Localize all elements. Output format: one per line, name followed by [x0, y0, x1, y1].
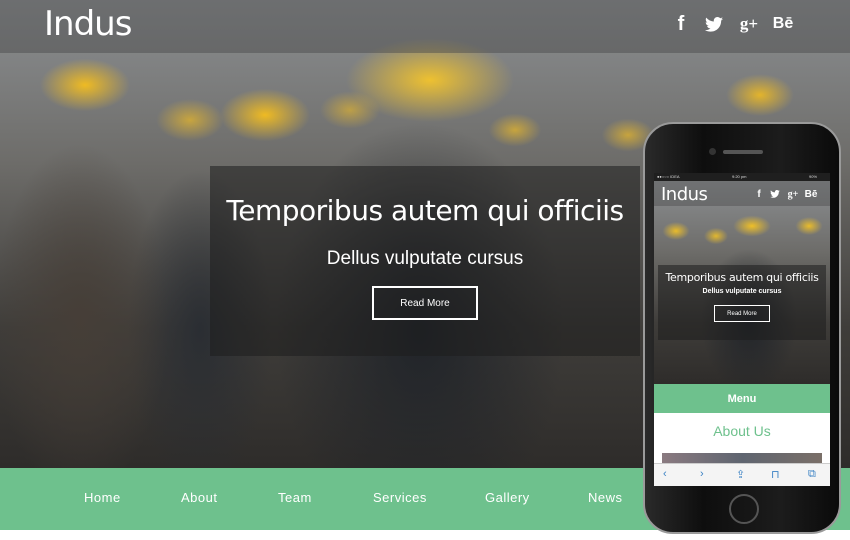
phone-mockup: ●●○○○ IDEA 9:20 pm 90% Indus f g+ Bē Tem…	[643, 122, 841, 534]
nav-item-news[interactable]: News	[588, 490, 623, 505]
google-plus-icon[interactable]: g+	[738, 12, 760, 36]
phone-home-button	[729, 494, 759, 524]
phone-twitter-icon[interactable]	[768, 188, 782, 200]
phone-banner-title: Temporibus autem qui officiis	[665, 271, 819, 284]
banner-title: Temporibus autem qui officiis	[226, 194, 624, 227]
phone-logo[interactable]: Indus	[661, 184, 708, 205]
status-battery: 90%	[809, 174, 818, 179]
phone-browser-toolbar: ‹ › ⇪ ⊓ ⧉	[654, 463, 830, 486]
phone-about-heading: About Us	[713, 423, 771, 439]
phone-behance-icon[interactable]: Bē	[804, 188, 818, 200]
site-logo[interactable]: Indus	[44, 4, 132, 44]
twitter-icon[interactable]	[702, 12, 726, 36]
phone-about-image	[662, 453, 822, 463]
phone-hero: Indus f g+ Bē Temporibus autem qui offic…	[654, 181, 830, 384]
share-icon[interactable]: ⇪	[736, 468, 745, 481]
phone-speaker	[723, 150, 763, 154]
phone-banner-subtitle: Dellus vulputate cursus	[702, 288, 782, 295]
phone-menu-button[interactable]: Menu	[654, 384, 830, 413]
tabs-icon[interactable]: ⧉	[808, 468, 816, 481]
behance-icon[interactable]: Bē	[772, 12, 794, 36]
facebook-icon[interactable]: f	[674, 12, 688, 36]
hero-banner: Temporibus autem qui officiis Dellus vul…	[210, 166, 640, 356]
nav-item-team[interactable]: Team	[278, 490, 312, 505]
phone-screen: ●●○○○ IDEA 9:20 pm 90% Indus f g+ Bē Tem…	[654, 173, 830, 486]
phone-status-bar: ●●○○○ IDEA 9:20 pm 90%	[654, 173, 830, 181]
nav-item-services[interactable]: Services	[373, 490, 427, 505]
phone-header: Indus f g+ Bē	[654, 181, 830, 206]
nav-item-gallery[interactable]: Gallery	[485, 490, 530, 505]
banner-subtitle: Dellus vulputate cursus	[326, 248, 524, 269]
status-time: 9:20 pm	[732, 174, 747, 179]
phone-facebook-icon[interactable]: f	[755, 188, 763, 200]
phone-google-plus-icon[interactable]: g+	[787, 188, 799, 200]
status-carrier: ●●○○○ IDEA	[657, 174, 680, 179]
header-bar: Indus f g+ Bē	[0, 0, 850, 53]
forward-icon[interactable]: ›	[700, 468, 704, 480]
nav-item-about[interactable]: About	[181, 490, 217, 505]
bookmarks-icon[interactable]: ⊓	[771, 468, 780, 481]
phone-banner: Temporibus autem qui officiis Dellus vul…	[658, 265, 826, 340]
read-more-button[interactable]: Read More	[372, 286, 478, 320]
nav-item-home[interactable]: Home	[84, 490, 121, 505]
phone-read-more-button[interactable]: Read More	[714, 305, 770, 322]
phone-camera	[709, 148, 716, 155]
back-icon[interactable]: ‹	[663, 468, 667, 480]
